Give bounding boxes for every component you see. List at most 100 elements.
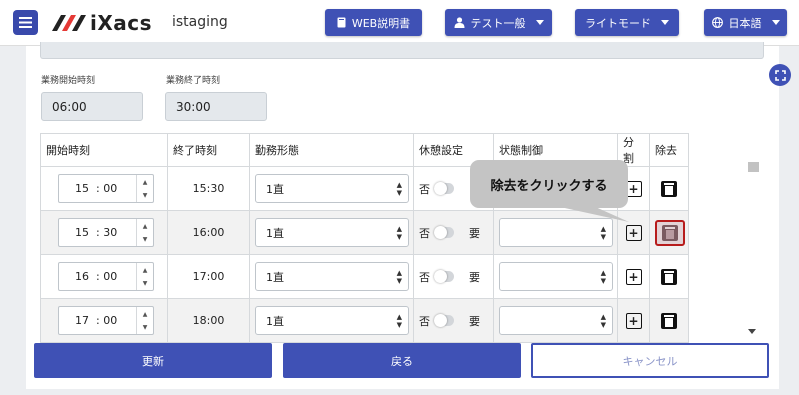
theme-mode-button[interactable]: ライトモード: [575, 9, 679, 36]
caret-down-icon: [535, 20, 544, 25]
top-text-field[interactable]: [40, 42, 764, 59]
column-header: 勤務形態: [249, 133, 414, 167]
break-off-label: 否: [419, 314, 430, 328]
select-arrows-icon: ▲ ▼: [396, 180, 402, 197]
minute-value: 30: [103, 226, 118, 239]
select-arrows-icon: ▲ ▼: [396, 312, 402, 329]
break-off-label: 否: [419, 270, 430, 284]
break-off-label: 否: [419, 182, 430, 196]
minute-value: 00: [103, 182, 118, 195]
theme-mode-label: ライトモード: [585, 16, 651, 30]
user-menu-button[interactable]: テスト一般: [445, 9, 552, 36]
caret-down-icon: [771, 20, 780, 25]
web-manual-button[interactable]: WEB説明書: [325, 9, 422, 36]
brand-logo[interactable]: iXacs: [52, 9, 152, 37]
break-off-label: 否: [419, 226, 430, 240]
select-arrows-icon: ▲ ▼: [600, 224, 606, 241]
break-on-label: 要: [469, 226, 480, 240]
end-time: 17:00: [167, 254, 250, 299]
hour-value: 15: [75, 226, 89, 239]
language-button[interactable]: 日本語: [704, 9, 787, 36]
break-toggle[interactable]: [434, 314, 454, 327]
brand-name: iXacs: [90, 11, 153, 35]
environment-name: istaging: [172, 14, 228, 30]
split-plus-icon[interactable]: +: [625, 312, 642, 329]
start-time-stepper[interactable]: 16 : 00 ▲ ▼: [58, 262, 154, 291]
back-button[interactable]: 戻る: [283, 343, 521, 378]
remove-button[interactable]: [659, 178, 680, 199]
break-toggle[interactable]: [434, 226, 454, 239]
start-time-stepper[interactable]: 17 : 00 ▲ ▼: [58, 306, 154, 335]
logo-mark-icon: [52, 15, 86, 31]
hour-value: 17: [75, 314, 89, 327]
cancel-button[interactable]: キャンセル: [531, 343, 769, 378]
remove-button[interactable]: [659, 266, 680, 287]
break-on-label: 要: [469, 314, 480, 328]
user-name-label: テスト一般: [470, 16, 526, 30]
end-time: 15:30: [167, 166, 250, 211]
scrollbar-thumb[interactable]: [748, 162, 759, 172]
main-card: 業務開始時刻 06:00 業務終了時刻 30:00 開始時刻 終了時刻 勤務形態…: [26, 42, 791, 389]
column-header: 除去: [649, 133, 689, 167]
shift-value: 1直: [266, 182, 284, 196]
chevron-down-icon[interactable]: ▼: [143, 236, 148, 243]
trash-icon: [661, 180, 677, 197]
select-arrows-icon: ▲ ▼: [600, 312, 606, 329]
chevron-down-icon[interactable]: ▼: [143, 192, 148, 199]
status-select[interactable]: ▲ ▼: [499, 306, 613, 335]
shift-value: 1直: [266, 314, 284, 328]
book-icon: [337, 17, 346, 28]
break-on-label: 要: [469, 270, 480, 284]
top-app-bar: iXacs istaging WEB説明書 テスト一般 ライトモード 日本語: [0, 0, 799, 46]
table-row: 17 : 00 ▲ ▼ 18:00 1直 ▲ ▼ 否 要 ▲ ▼ +: [40, 298, 689, 343]
minute-value: 00: [103, 314, 118, 327]
fullscreen-icon: [774, 69, 786, 81]
trash-icon: [662, 224, 678, 241]
work-end-field[interactable]: 30:00: [165, 92, 267, 121]
shift-select[interactable]: 1直 ▲ ▼: [255, 306, 409, 335]
select-arrows-icon: ▲ ▼: [396, 268, 402, 285]
work-start-label: 業務開始時刻: [41, 76, 96, 86]
callout-pointer: [551, 205, 629, 222]
web-manual-label: WEB説明書: [351, 16, 411, 30]
trash-icon: [661, 268, 677, 285]
end-time: 16:00: [167, 210, 250, 255]
globe-icon: [711, 17, 723, 28]
work-start-field[interactable]: 06:00: [41, 92, 143, 121]
start-time-stepper[interactable]: 15 : 30 ▲ ▼: [58, 218, 154, 247]
language-label: 日本語: [728, 16, 762, 30]
table-scrollbar[interactable]: [744, 159, 759, 335]
scroll-down-arrow-icon[interactable]: [748, 329, 756, 334]
shift-select[interactable]: 1直 ▲ ▼: [255, 262, 409, 291]
status-select[interactable]: ▲ ▼: [499, 262, 613, 291]
split-plus-icon[interactable]: +: [625, 268, 642, 285]
hour-value: 15: [75, 182, 89, 195]
instruction-callout: 除去をクリックする: [470, 160, 628, 208]
chevron-up-icon[interactable]: ▲: [143, 311, 148, 318]
break-toggle[interactable]: [434, 182, 454, 195]
shift-select[interactable]: 1直 ▲ ▼: [255, 218, 409, 247]
select-arrows-icon: ▲ ▼: [396, 224, 402, 241]
remove-button-highlighted[interactable]: [655, 219, 685, 246]
shift-value: 1直: [266, 270, 284, 284]
caret-down-icon: [661, 20, 669, 25]
update-button[interactable]: 更新: [34, 343, 272, 378]
shift-select[interactable]: 1直 ▲ ▼: [255, 174, 409, 203]
end-time: 18:00: [167, 298, 250, 343]
fullscreen-button[interactable]: [769, 64, 791, 86]
chevron-down-icon[interactable]: ▼: [143, 324, 148, 331]
split-plus-icon[interactable]: +: [625, 224, 642, 241]
chevron-up-icon[interactable]: ▲: [143, 267, 148, 274]
chevron-up-icon[interactable]: ▲: [143, 179, 148, 186]
start-time-stepper[interactable]: 15 : 00 ▲ ▼: [58, 174, 154, 203]
select-arrows-icon: ▲ ▼: [600, 268, 606, 285]
chevron-up-icon[interactable]: ▲: [143, 223, 148, 230]
hamburger-icon: [19, 17, 32, 28]
remove-button[interactable]: [659, 310, 680, 331]
minute-value: 00: [103, 270, 118, 283]
column-header: 開始時刻: [40, 133, 168, 167]
shift-value: 1直: [266, 226, 284, 240]
menu-button[interactable]: [13, 10, 38, 35]
break-toggle[interactable]: [434, 270, 454, 283]
chevron-down-icon[interactable]: ▼: [143, 280, 148, 287]
